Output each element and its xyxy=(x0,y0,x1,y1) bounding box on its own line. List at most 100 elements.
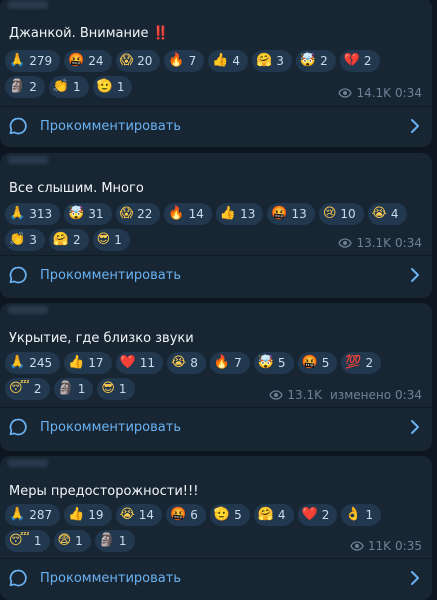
reaction-count: 10 xyxy=(340,207,356,221)
reaction-emoji-icon: 🔥 xyxy=(213,355,231,370)
reaction-pill[interactable]: 🔥 14 xyxy=(164,203,212,225)
reaction-emoji-icon: 😱 xyxy=(119,53,134,68)
post-time: 0:34 xyxy=(395,236,422,250)
reaction-emoji-icon: 😎 xyxy=(101,381,115,396)
reaction-pill[interactable]: 🫡 1 xyxy=(92,76,133,98)
reaction-pill[interactable]: 🤯 2 xyxy=(295,50,336,72)
reaction-emoji-icon: 🤬 xyxy=(271,206,288,221)
edited-label: изменено xyxy=(330,388,392,402)
comment-button[interactable]: Прокомментировать xyxy=(0,558,432,598)
reaction-emoji-icon: 🗿 xyxy=(98,533,115,548)
views-eye-icon xyxy=(350,541,364,551)
post-text: Все слышим. Много xyxy=(9,181,144,196)
reaction-pill[interactable]: 😱 20 xyxy=(115,50,161,72)
reaction-pill[interactable]: 💯 2 xyxy=(341,352,382,374)
reaction-count: 20 xyxy=(137,54,153,68)
reaction-pill[interactable]: ❤️ 2 xyxy=(297,504,338,526)
reaction-emoji-icon: 🔥 xyxy=(168,206,185,221)
reaction-pill[interactable]: 👌 1 xyxy=(341,504,382,526)
reaction-pill[interactable]: 👏 1 xyxy=(48,76,89,98)
reaction-emoji-icon: 🤬 xyxy=(68,53,85,68)
reaction-pill[interactable]: 😴 2 xyxy=(5,378,50,400)
chevron-right-icon xyxy=(411,420,419,434)
reaction-count: 5 xyxy=(321,356,330,370)
reaction-count: 14 xyxy=(188,207,204,221)
comment-bubble-icon xyxy=(9,266,27,284)
reaction-pill[interactable]: 🤗 2 xyxy=(48,229,89,251)
reaction-count: 3 xyxy=(29,233,37,247)
reaction-emoji-icon: 🫡 xyxy=(213,507,231,522)
reaction-pill[interactable]: 👍 17 xyxy=(64,352,112,374)
reaction-emoji-icon: 👏 xyxy=(9,232,26,247)
reaction-count: 1 xyxy=(365,508,374,522)
views-eye-icon xyxy=(338,238,353,248)
reaction-pill[interactable]: 🤗 4 xyxy=(253,504,294,526)
reaction-pill[interactable]: 🙏 279 xyxy=(5,50,61,72)
reaction-count: 2 xyxy=(320,54,328,68)
reaction-count: 2 xyxy=(29,80,37,94)
reaction-pill[interactable]: 🗿 1 xyxy=(53,378,94,400)
reaction-pill[interactable]: 🤬 6 xyxy=(166,504,206,526)
reaction-pill[interactable]: 😭 8 xyxy=(167,352,206,374)
reaction-pill[interactable]: 🔥 7 xyxy=(164,50,205,72)
reaction-pill[interactable]: 😎 1 xyxy=(92,229,130,251)
channel-post: Меры предосторожности!!! 🙏 287 👍 19 😭 14 🤬 6 🫡 5 🤗 4… xyxy=(0,456,432,600)
reaction-pill[interactable]: 🗿 2 xyxy=(5,76,45,98)
reaction-emoji-icon: 🤯 xyxy=(299,53,317,68)
reaction-pill[interactable]: 😴 1 xyxy=(5,530,50,552)
reaction-count: 1 xyxy=(118,382,127,396)
reaction-count: 1 xyxy=(75,534,83,548)
reaction-pill[interactable]: 👏 3 xyxy=(5,229,45,251)
reaction-emoji-icon: 👏 xyxy=(52,79,70,94)
reaction-emoji-icon: 😭 xyxy=(171,355,187,370)
reaction-count: 31 xyxy=(88,207,104,221)
reaction-pill[interactable]: 🔥 7 xyxy=(209,352,250,374)
reaction-emoji-icon: 😨 xyxy=(57,533,72,548)
views-eye-icon xyxy=(338,88,353,98)
reaction-count: 14 xyxy=(138,508,155,522)
reaction-pill[interactable]: 🤬 13 xyxy=(267,203,315,225)
reaction-pill[interactable]: 🤬 5 xyxy=(297,352,338,374)
reaction-emoji-icon: 💯 xyxy=(345,355,362,370)
reaction-pill[interactable]: 😱 22 xyxy=(115,203,161,225)
reaction-row: 🙏 287 👍 19 😭 14 🤬 6 🫡 5 🤗 4 ❤️ 2 👌 1 xyxy=(5,504,424,526)
reaction-pill[interactable]: 🫡 5 xyxy=(209,504,250,526)
reaction-count: 279 xyxy=(29,54,53,68)
reaction-pill[interactable]: 😭 14 xyxy=(115,504,163,526)
reaction-pill[interactable]: 👍 4 xyxy=(208,50,249,72)
comment-button[interactable]: Прокомментировать xyxy=(0,106,432,146)
comment-button[interactable]: Прокомментировать xyxy=(0,407,432,447)
reaction-count: 313 xyxy=(29,207,53,221)
reaction-pill[interactable]: 👍 19 xyxy=(64,504,112,526)
reaction-pill[interactable]: 🙏 287 xyxy=(5,504,61,526)
reaction-pill[interactable]: 👍 13 xyxy=(215,203,264,225)
reaction-pill[interactable]: 😎 1 xyxy=(97,378,135,400)
reaction-count: 19 xyxy=(88,508,104,522)
reaction-emoji-icon: 🤬 xyxy=(301,355,318,370)
reaction-pill[interactable]: 😭 4 xyxy=(367,203,407,225)
reaction-pill[interactable]: 😢 10 xyxy=(318,203,364,225)
reaction-pill[interactable]: 🤬 24 xyxy=(64,50,112,72)
reaction-emoji-icon: 👌 xyxy=(345,507,362,522)
reaction-pill[interactable]: 💔 2 xyxy=(339,50,380,72)
reaction-count: 13 xyxy=(291,207,307,221)
reaction-count: 22 xyxy=(137,207,153,221)
reaction-emoji-icon: 😎 xyxy=(96,232,111,247)
reaction-count: 5 xyxy=(234,508,242,522)
views-eye-icon xyxy=(269,390,284,400)
reaction-emoji-icon: 😱 xyxy=(119,206,134,221)
comment-button[interactable]: Прокомментировать xyxy=(0,255,432,295)
reaction-pill[interactable]: 😨 1 xyxy=(53,530,91,552)
reaction-emoji-icon: 🗿 xyxy=(9,79,26,94)
reaction-emoji-icon: 😴 xyxy=(9,533,30,548)
reaction-pill[interactable]: 🗿 1 xyxy=(94,530,135,552)
reaction-count: 6 xyxy=(190,508,198,522)
reaction-pill[interactable]: 🤯 5 xyxy=(253,352,294,374)
reaction-pill[interactable]: ❤️ 11 xyxy=(115,352,164,374)
reaction-pill[interactable]: 🙏 245 xyxy=(5,352,61,374)
reaction-pill[interactable]: 🙏 313 xyxy=(5,203,61,225)
reaction-pill[interactable]: 🤯 31 xyxy=(64,203,112,225)
reaction-pill[interactable]: 🤗 3 xyxy=(252,50,292,72)
reaction-emoji-icon: 🗿 xyxy=(57,381,74,396)
reaction-count: 7 xyxy=(188,54,197,68)
